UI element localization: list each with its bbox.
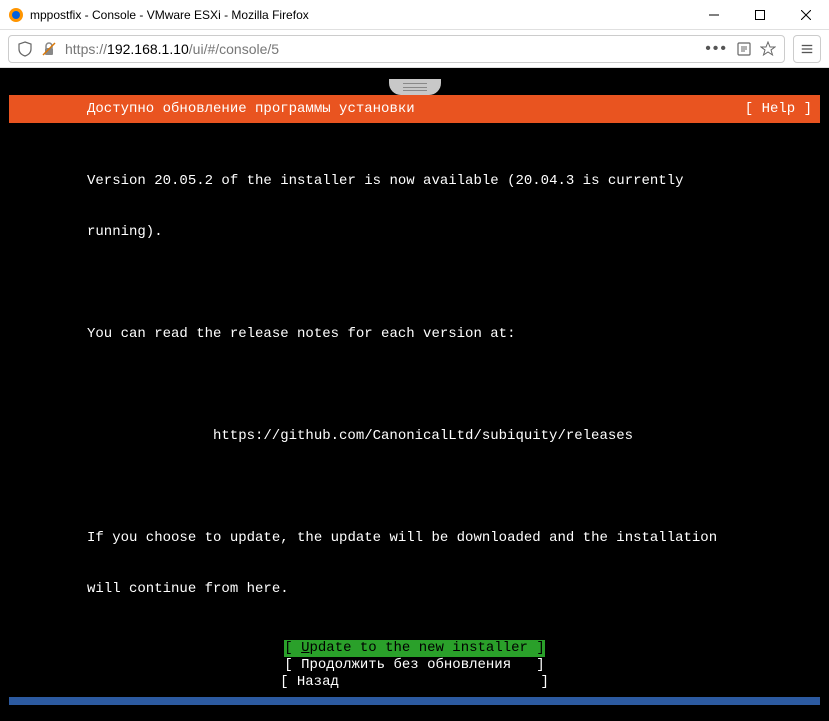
update-installer-button[interactable]: [ Update to the new installer ] [284, 640, 544, 657]
installer-header-title: Доступно обновление программы установки [17, 101, 745, 117]
minimize-button[interactable] [691, 0, 737, 29]
text-line: If you choose to update, the update will… [87, 530, 812, 547]
text-line: running). [87, 224, 812, 241]
window-title: mppostfix - Console - VMware ESXi - Mozi… [30, 8, 691, 22]
page-actions-icon[interactable]: ••• [705, 40, 728, 58]
blank-line [87, 275, 812, 292]
reader-view-icon[interactable] [736, 41, 752, 57]
firefox-icon [8, 7, 24, 23]
drag-handle-icon [389, 79, 441, 95]
window-controls [691, 0, 829, 29]
address-bar: https://192.168.1.10/ui/#/console/5 ••• [0, 30, 829, 68]
text-line: will continue from here. [87, 581, 812, 598]
shield-icon[interactable] [17, 41, 33, 57]
text-line: Version 20.05.2 of the installer is now … [87, 173, 812, 190]
menu-button[interactable] [793, 35, 821, 63]
console-viewport: Доступно обновление программы установки … [0, 68, 829, 721]
lock-warning-icon[interactable] [41, 41, 57, 57]
maximize-button[interactable] [737, 0, 783, 29]
continue-without-update-button[interactable]: [ Продолжить без обновления ] [284, 657, 544, 674]
text-line: You can read the release notes for each … [87, 326, 812, 343]
window-titlebar: mppostfix - Console - VMware ESXi - Mozi… [0, 0, 829, 30]
help-button[interactable]: [ Help ] [745, 101, 812, 117]
back-button[interactable]: [ Назад ] [280, 674, 549, 691]
pull-tab[interactable] [9, 79, 820, 95]
console-body: Version 20.05.2 of the installer is now … [9, 123, 820, 697]
url-input[interactable]: https://192.168.1.10/ui/#/console/5 ••• [8, 35, 785, 63]
url-text: https://192.168.1.10/ui/#/console/5 [65, 41, 697, 57]
release-url: https://github.com/CanonicalLtd/subiquit… [87, 428, 812, 445]
action-menu: [ Update to the new installer ] [ Продол… [9, 640, 820, 691]
bookmark-star-icon[interactable] [760, 41, 776, 57]
installer-header: Доступно обновление программы установки … [9, 95, 820, 123]
blank-line [87, 377, 812, 394]
close-button[interactable] [783, 0, 829, 29]
blank-line [87, 479, 812, 496]
footer-strip [9, 697, 820, 705]
url-prefix: https:// [65, 41, 107, 57]
url-host: 192.168.1.10 [107, 41, 189, 57]
url-path: /ui/#/console/5 [189, 41, 279, 57]
